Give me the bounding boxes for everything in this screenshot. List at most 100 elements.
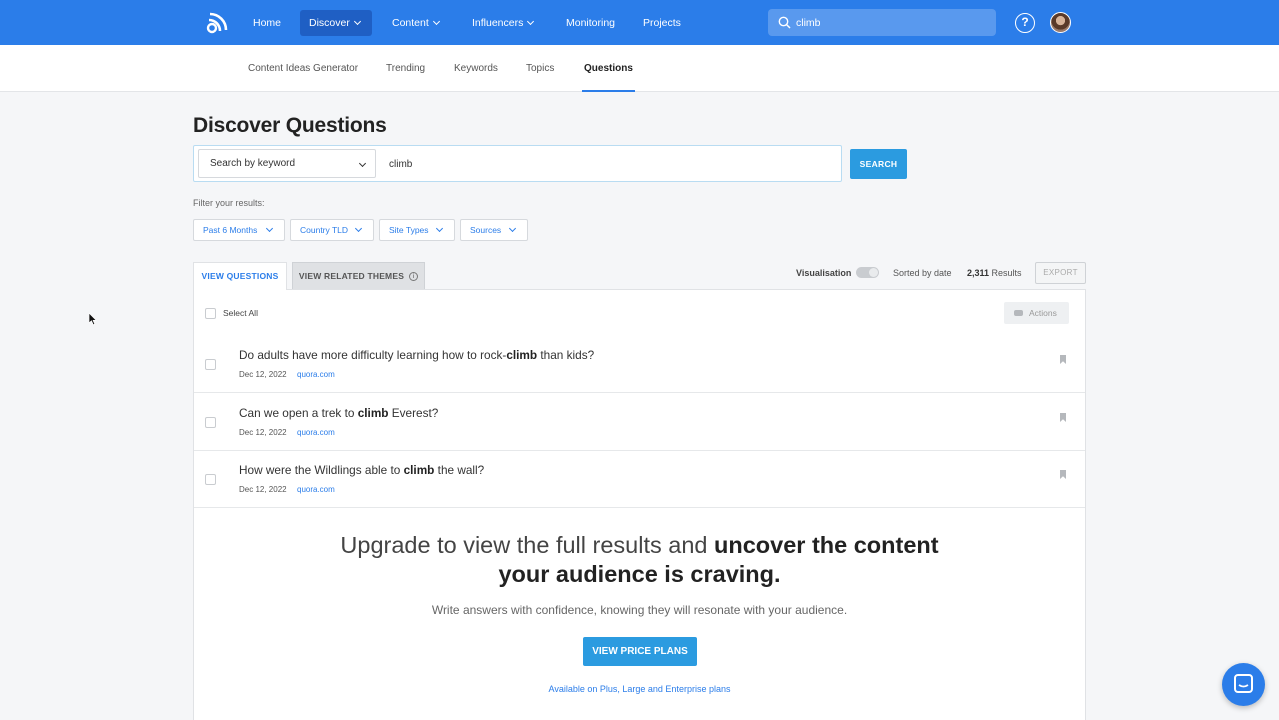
nav-home-label: Home bbox=[253, 17, 282, 29]
question-text-part: Can we open a trek to bbox=[239, 406, 358, 420]
search-button[interactable]: SEARCH bbox=[850, 149, 907, 179]
nav-content-label: Content bbox=[392, 17, 429, 29]
filter-site-types-label: Site Types bbox=[389, 225, 429, 235]
question-text-part: Do adults have more difficulty learning … bbox=[239, 348, 507, 362]
question-text-part: How were the Wildlings able to bbox=[239, 463, 404, 477]
filter-date[interactable]: Past 6 Months bbox=[193, 219, 285, 241]
nav-content[interactable]: Content bbox=[383, 10, 448, 36]
export-button[interactable]: EXPORT bbox=[1035, 262, 1086, 284]
question-source-link[interactable]: quora.com bbox=[297, 485, 335, 494]
upgrade-heading-text: Upgrade to view the full results and bbox=[340, 532, 714, 558]
filter-site-types[interactable]: Site Types bbox=[379, 219, 455, 241]
upgrade-heading-emphasis: uncover the content bbox=[714, 532, 939, 558]
mouse-cursor-icon bbox=[89, 313, 97, 326]
results-count: 2,311 Results bbox=[967, 268, 1022, 278]
results-panel: Select All Actions Do adults have more d… bbox=[193, 289, 1086, 720]
subnav-trending[interactable]: Trending bbox=[386, 45, 425, 92]
nav-discover[interactable]: Discover bbox=[300, 10, 372, 36]
results-number: 2,311 bbox=[967, 268, 990, 278]
help-icon[interactable]: ? bbox=[1015, 13, 1035, 33]
plans-availability-link[interactable]: Available on Plus, Large and Enterprise … bbox=[194, 684, 1085, 694]
chevron-down-icon bbox=[265, 224, 274, 233]
subnav-keywords[interactable]: Keywords bbox=[454, 45, 498, 92]
question-checkbox[interactable] bbox=[205, 417, 216, 428]
filter-label: Filter your results: bbox=[193, 198, 265, 208]
question-row: Do adults have more difficulty learning … bbox=[194, 335, 1085, 393]
bookmark-icon[interactable] bbox=[1060, 355, 1066, 364]
nav-influencers-label: Influencers bbox=[472, 17, 524, 29]
chevron-down-icon bbox=[508, 224, 517, 233]
sort-label[interactable]: Sorted by date bbox=[893, 268, 952, 278]
info-icon[interactable]: i bbox=[409, 272, 419, 281]
question-date: Dec 12, 2022 bbox=[239, 428, 287, 437]
actions-label: Actions bbox=[1029, 308, 1057, 318]
question-source-link[interactable]: quora.com bbox=[297, 370, 335, 379]
view-price-plans-button[interactable]: VIEW PRICE PLANS bbox=[583, 637, 697, 666]
bookmark-icon[interactable] bbox=[1060, 413, 1066, 422]
actions-button[interactable]: Actions bbox=[1004, 302, 1069, 324]
nav-projects[interactable]: Projects bbox=[634, 10, 690, 36]
question-text[interactable]: How were the Wildlings able to climb the… bbox=[239, 463, 484, 477]
top-search-box bbox=[768, 9, 996, 36]
upgrade-heading-line-2: your audience is craving. bbox=[194, 560, 1085, 589]
chevron-down-icon bbox=[358, 159, 367, 168]
results-label: Results bbox=[991, 268, 1022, 278]
tab-view-questions[interactable]: VIEW QUESTIONS bbox=[193, 262, 287, 290]
search-mode-label: Search by keyword bbox=[210, 158, 296, 169]
logo-icon[interactable] bbox=[205, 11, 229, 35]
select-all-checkbox[interactable] bbox=[205, 308, 216, 319]
tab-view-related-themes[interactable]: VIEW RELATED THEMES i bbox=[292, 262, 425, 290]
visualisation-toggle[interactable] bbox=[856, 267, 879, 278]
search-mode-select[interactable]: Search by keyword bbox=[198, 149, 376, 178]
nav-projects-label: Projects bbox=[643, 17, 681, 29]
nav-monitoring[interactable]: Monitoring bbox=[557, 10, 624, 36]
question-row: How were the Wildlings able to climb the… bbox=[194, 450, 1085, 508]
nav-home[interactable]: Home bbox=[244, 10, 290, 36]
question-date: Dec 12, 2022 bbox=[239, 370, 287, 379]
upgrade-subtitle: Write answers with confidence, knowing t… bbox=[431, 603, 848, 617]
upgrade-heading-emphasis: your audience is craving. bbox=[498, 561, 781, 587]
keyword-search-bar: Search by keyword bbox=[193, 145, 842, 182]
chevron-down-icon bbox=[354, 224, 363, 233]
question-checkbox[interactable] bbox=[205, 474, 216, 485]
visualisation-label: Visualisation bbox=[796, 268, 852, 278]
subnav-content-ideas[interactable]: Content Ideas Generator bbox=[248, 45, 358, 92]
chevron-down-icon bbox=[527, 17, 535, 26]
sub-nav: Content Ideas Generator Trending Keyword… bbox=[0, 45, 1279, 92]
filter-country[interactable]: Country TLD bbox=[290, 219, 374, 241]
question-text-part: than kids? bbox=[537, 348, 595, 362]
question-keyword: climb bbox=[357, 406, 389, 420]
question-checkbox[interactable] bbox=[205, 359, 216, 370]
search-icon bbox=[778, 16, 791, 29]
nav-monitoring-label: Monitoring bbox=[566, 17, 616, 29]
subnav-topics[interactable]: Topics bbox=[526, 45, 554, 92]
filter-sources-label: Sources bbox=[470, 225, 502, 235]
select-all-label: Select All bbox=[223, 308, 258, 318]
filter-sources[interactable]: Sources bbox=[460, 219, 528, 241]
chevron-down-icon bbox=[353, 17, 361, 26]
page-title: Discover Questions bbox=[193, 114, 387, 137]
question-keyword: climb bbox=[403, 463, 435, 477]
question-source-link[interactable]: quora.com bbox=[297, 428, 335, 437]
top-nav: Home Discover Content Influencers Monito… bbox=[0, 0, 1279, 45]
question-date: Dec 12, 2022 bbox=[239, 485, 287, 494]
bookmark-icon[interactable] bbox=[1060, 470, 1066, 479]
keyword-input[interactable] bbox=[389, 154, 819, 174]
upgrade-heading-line-1: Upgrade to view the full results and unc… bbox=[194, 531, 1085, 560]
question-keyword: climb bbox=[506, 348, 538, 362]
chat-icon bbox=[1234, 674, 1253, 693]
chat-launcher-button[interactable] bbox=[1222, 663, 1265, 706]
question-text-part: Everest? bbox=[388, 406, 439, 420]
avatar[interactable] bbox=[1050, 12, 1071, 33]
subnav-questions[interactable]: Questions bbox=[582, 45, 635, 92]
nav-influencers[interactable]: Influencers bbox=[463, 10, 542, 36]
chevron-down-icon bbox=[432, 17, 440, 26]
question-text[interactable]: Can we open a trek to climb Everest? bbox=[239, 406, 438, 420]
question-text[interactable]: Do adults have more difficulty learning … bbox=[239, 348, 594, 362]
chevron-down-icon bbox=[435, 224, 444, 233]
top-search-input[interactable] bbox=[796, 9, 986, 36]
comment-icon bbox=[1014, 310, 1023, 316]
question-text-part: the wall? bbox=[434, 463, 485, 477]
filter-date-label: Past 6 Months bbox=[203, 225, 258, 235]
filter-country-label: Country TLD bbox=[300, 225, 349, 235]
